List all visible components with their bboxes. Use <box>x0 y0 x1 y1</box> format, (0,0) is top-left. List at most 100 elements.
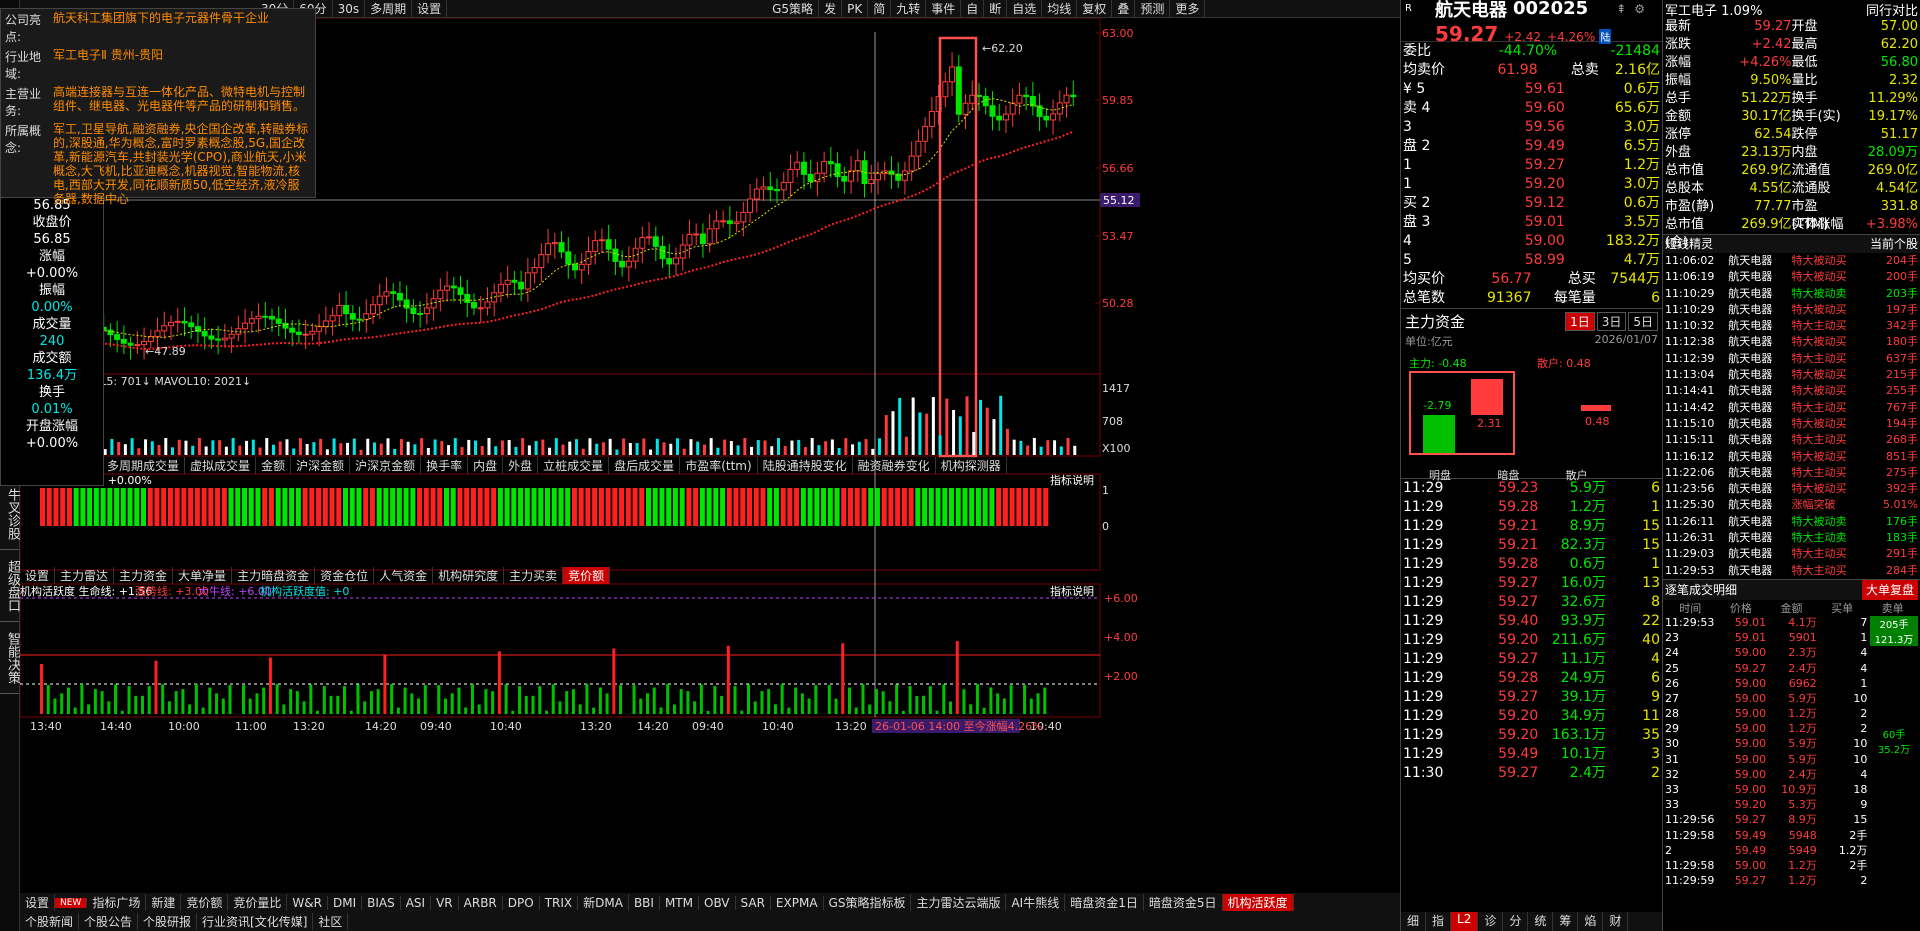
indicator-tab-23[interactable]: 暗盘资金1日 <box>1065 894 1144 911</box>
indicator-tab-11[interactable]: ARBR <box>459 895 503 910</box>
toolbar-item-13[interactable]: 自选 <box>1007 0 1043 18</box>
indicator-tab-9[interactable]: ASI <box>401 895 432 910</box>
indicator-tab-12[interactable]: DPO <box>503 895 540 910</box>
fund-tab-2[interactable]: 主力资金 <box>114 566 174 584</box>
fund-tab-6[interactable]: 人气资金 <box>374 566 434 584</box>
toolbar-item-7[interactable]: PK <box>842 0 869 18</box>
candle-body <box>646 236 653 239</box>
fund-tab-1[interactable]: 主力雷达 <box>55 566 115 584</box>
fund-tab-0[interactable]: 设置 <box>20 566 56 584</box>
zhuli-tab-2[interactable]: 5日 <box>1628 311 1658 331</box>
info-tab-1[interactable]: 个股公告 <box>79 913 139 930</box>
tick-tab-7[interactable]: 焰 <box>1578 912 1604 931</box>
tick-tab-5[interactable]: 统 <box>1528 912 1554 931</box>
toolbar-item-15[interactable]: 复权 <box>1077 0 1113 18</box>
vol-tab-15[interactable]: 机构探测器 <box>936 456 1007 474</box>
indicator-tab-19[interactable]: EXPMA <box>771 895 824 910</box>
fund-tab-4[interactable]: 主力暗盘资金 <box>232 566 316 584</box>
vol-tab-13[interactable]: 陆股通持股变化 <box>758 456 853 474</box>
tick-tab-4[interactable]: 分 <box>1503 912 1529 931</box>
fund-tab-7[interactable]: 机构研究度 <box>433 566 505 584</box>
toolbar-item-10[interactable]: 事件 <box>926 0 962 18</box>
indicator-tab-14[interactable]: 新DMA <box>578 894 629 911</box>
info-tab-4[interactable]: 社区 <box>313 913 349 930</box>
vol-tab-11[interactable]: 盘后成交量 <box>609 456 681 474</box>
vol-tab-9[interactable]: 外盘 <box>503 456 539 474</box>
fund-tab-9[interactable]: 竞价额 <box>563 566 611 584</box>
vol-tab-10[interactable]: 立桩成交量 <box>538 456 610 474</box>
tick-tab-0[interactable]: 细 <box>1401 912 1427 931</box>
indicator-tab-21[interactable]: 主力雷达云端版 <box>911 894 1007 911</box>
indicator-tab-2[interactable]: 指标广场 <box>87 894 147 911</box>
toolbar-item-5[interactable]: G5策略 <box>767 0 820 18</box>
vol-tab-4[interactable]: 金额 <box>256 456 292 474</box>
toolbar-item-18[interactable]: 更多 <box>1170 0 1206 18</box>
indicator-tab-22[interactable]: AI牛熊线 <box>1006 894 1066 911</box>
fund-tab-8[interactable]: 主力买卖 <box>504 566 564 584</box>
toolbar-item-2[interactable]: 30s <box>333 0 366 18</box>
fund-tab-5[interactable]: 资金仓位 <box>315 566 375 584</box>
zhuli-tab-0[interactable]: 1日 <box>1565 311 1595 331</box>
toolbar-item-4[interactable]: 设置 <box>412 0 448 18</box>
tick-tab-8[interactable]: 财 <box>1603 912 1629 931</box>
indicator-tab-20[interactable]: GS策略指标板 <box>824 894 912 911</box>
toolbar-item-8[interactable]: 简 <box>868 0 892 18</box>
fund-tab-3[interactable]: 大单净量 <box>173 566 233 584</box>
info-tab-3[interactable]: 行业资讯[文化传媒] <box>197 913 314 930</box>
toolbar-item-16[interactable]: 叠 <box>1112 0 1136 18</box>
indicator-tab-6[interactable]: W&R <box>287 895 328 910</box>
elf-cell: 特大主动买 <box>1791 351 1847 365</box>
tick-tab-1[interactable]: 指 <box>1426 912 1452 931</box>
indicator-tab-0[interactable]: 设置 <box>20 894 56 911</box>
toolbar-item-17[interactable]: 预测 <box>1135 0 1171 18</box>
toolbar-item-9[interactable]: 九转 <box>891 0 927 18</box>
indicator-tab-15[interactable]: BBI <box>629 895 660 910</box>
vol-tab-14[interactable]: 融资融券变化 <box>853 456 936 474</box>
toolbar-item-12[interactable]: 断 <box>984 0 1008 18</box>
candle-body <box>908 155 915 172</box>
big-order-replay-button[interactable]: 大单复盘 <box>1861 579 1918 600</box>
toolbar-item-11[interactable]: 自 <box>961 0 985 18</box>
vol-tab-12[interactable]: 市盈率(ttm) <box>680 456 758 474</box>
tick-tab-6[interactable]: 筹 <box>1553 912 1579 931</box>
info-tab-0[interactable]: 个股新闻 <box>20 913 80 930</box>
indicator-tab-3[interactable]: 新建 <box>146 894 182 911</box>
vol-tab-8[interactable]: 内盘 <box>468 456 504 474</box>
indicator-tab-25[interactable]: 机构活跃度 <box>1222 894 1294 911</box>
tick-tab-2[interactable]: L2 <box>1451 912 1479 931</box>
vol-tab-7[interactable]: 换手率 <box>421 456 469 474</box>
indicator-tab-8[interactable]: BIAS <box>362 895 401 910</box>
settings-icon[interactable]: ⚙ <box>1634 2 1645 16</box>
elf-cell: 11:15:11 <box>1665 433 1715 447</box>
info-tab-2[interactable]: 个股研报 <box>138 913 198 930</box>
indicator-tab-18[interactable]: SAR <box>736 895 771 910</box>
elf-selector[interactable]: 当前个股 <box>1870 235 1918 253</box>
vol-tab-6[interactable]: 沪深京金额 <box>350 456 422 474</box>
jingjia-help[interactable]: 指标说明 <box>1050 473 1094 487</box>
indicator-tab-4[interactable]: 竞价额 <box>181 894 229 911</box>
indicator-tab-10[interactable]: VR <box>431 895 459 910</box>
tick-tab-3[interactable]: 诊 <box>1478 912 1504 931</box>
indicator-tab-5[interactable]: 竞价量比 <box>228 894 288 911</box>
jigou-help[interactable]: 指标说明 <box>1050 584 1094 598</box>
left-tab-4[interactable]: 牛叉诊股 <box>0 478 20 550</box>
indicator-tab-17[interactable]: OBV <box>699 895 736 910</box>
indicator-tab-13[interactable]: TRIX <box>540 895 579 910</box>
indicator-tab-1[interactable]: NEW <box>55 897 88 908</box>
indicator-tab-16[interactable]: MTM <box>660 895 699 910</box>
candle-body <box>922 125 929 142</box>
vol-tab-2[interactable]: 多周期成交量 <box>102 456 186 474</box>
left-tab-6[interactable]: 智能决策 <box>0 622 20 694</box>
pin-icon[interactable]: ⇞ <box>1616 2 1626 16</box>
vol-tab-5[interactable]: 沪深金额 <box>291 456 351 474</box>
zhuli-tab-1[interactable]: 3日 <box>1596 311 1627 331</box>
toolbar-item-6[interactable]: 发 <box>819 0 843 18</box>
toolbar-item-3[interactable]: 多周期 <box>365 0 413 18</box>
left-tab-5[interactable]: 超级盘口 <box>0 550 20 622</box>
indicator-tab-24[interactable]: 暗盘资金5日 <box>1144 894 1223 911</box>
vol-tab-3[interactable]: 虚拟成交量 <box>185 456 257 474</box>
peer-compare[interactable]: 同行对比 <box>1866 0 1918 19</box>
indicator-tab-7[interactable]: DMI <box>328 895 363 910</box>
toolbar-item-14[interactable]: 均线 <box>1042 0 1078 18</box>
sector-label[interactable]: 军工电子 1.09% <box>1665 0 1866 19</box>
